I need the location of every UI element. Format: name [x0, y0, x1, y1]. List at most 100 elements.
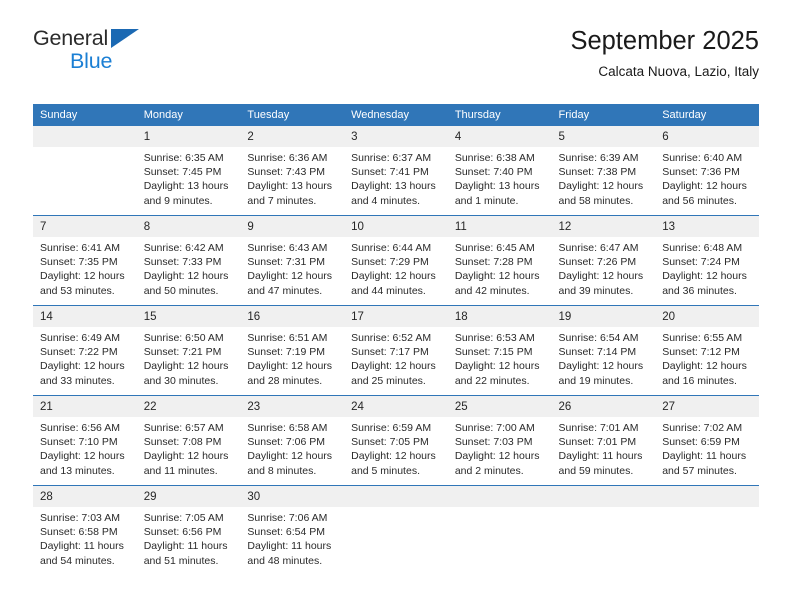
- sunrise-text: Sunrise: 6:49 AM: [40, 332, 120, 344]
- sunrise-text: Sunrise: 6:58 AM: [247, 422, 328, 434]
- sunrise-text: Sunrise: 6:44 AM: [351, 242, 432, 254]
- day-cell-inner: 30 Sunrise: 7:06 AM Sunset: 6:54 PM Dayligh…: [240, 486, 345, 575]
- calendar-day-cell[interactable]: 30 Sunrise: 7:06 AM Sunset: 6:54 PM Dayligh…: [240, 485, 345, 575]
- day-cell-inner: 16 Sunrise: 6:51 AM Sunset: 7:19 PM Dayligh…: [240, 306, 345, 395]
- day-number: 15: [136, 306, 241, 327]
- weekday-header-wednesday: Wednesday: [344, 104, 448, 126]
- daylight-text: Daylight: 12 hours and 8 minutes.: [247, 450, 333, 477]
- page-header: General Blue September 2025 Calcata Nuov…: [33, 26, 759, 96]
- sunset-text: Sunset: 7:31 PM: [247, 256, 326, 269]
- day-detail: Sunrise: 7:03 AM Sunset: 6:58 PM Daylight:…: [33, 507, 137, 568]
- day-number: 26: [551, 396, 656, 417]
- calendar-day-cell[interactable]: 10 Sunrise: 6:44 AM Sunset: 7:29 PM Dayligh…: [344, 215, 448, 306]
- day-detail: Sunrise: 6:53 AM Sunset: 7:15 PM Daylight:…: [448, 327, 552, 388]
- sunrise-text: Sunrise: 6:38 AM: [454, 152, 535, 164]
- general-blue-logo[interactable]: General Blue: [33, 26, 153, 82]
- calendar-day-cell[interactable]: 27 Sunrise: 7:02 AM Sunset: 6:59 PM Dayligh…: [655, 395, 759, 486]
- daylight-text: Daylight: 12 hours and 58 minutes.: [558, 180, 644, 207]
- calendar-day-cell[interactable]: 13 Sunrise: 6:48 AM Sunset: 7:24 PM Dayligh…: [655, 215, 759, 306]
- calendar-day-cell[interactable]: 29 Sunrise: 7:05 AM Sunset: 6:56 PM Dayligh…: [136, 485, 241, 575]
- sunset-text: Sunset: 7:41 PM: [351, 166, 429, 179]
- daylight-text: Daylight: 12 hours and 25 minutes.: [351, 360, 436, 387]
- calendar-day-cell[interactable]: 22 Sunrise: 6:57 AM Sunset: 7:08 PM Dayligh…: [136, 395, 241, 486]
- daylight-text: Daylight: 12 hours and 56 minutes.: [662, 180, 747, 207]
- day-cell-inner: 11 Sunrise: 6:45 AM Sunset: 7:28 PM Dayligh…: [447, 216, 552, 305]
- calendar-day-cell[interactable]: 11 Sunrise: 6:45 AM Sunset: 7:28 PM Dayligh…: [447, 215, 552, 306]
- calendar-day-cell[interactable]: 2 Sunrise: 6:36 AM Sunset: 7:43 PM Daylight…: [240, 126, 345, 216]
- day-cell-inner: 2 Sunrise: 6:36 AM Sunset: 7:43 PM Daylight…: [240, 126, 345, 215]
- weekday-header-sunday: Sunday: [33, 104, 137, 126]
- calendar-day-cell[interactable]: 14 Sunrise: 6:49 AM Sunset: 7:22 PM Dayligh…: [33, 305, 137, 396]
- weekday-header-tuesday: Tuesday: [240, 104, 345, 126]
- sunset-text: Sunset: 7:26 PM: [558, 256, 637, 269]
- sunrise-text: Sunrise: 6:45 AM: [454, 242, 535, 254]
- weekday-header-friday: Friday: [551, 104, 656, 126]
- day-detail: Sunrise: 6:38 AM Sunset: 7:40 PM Daylight:…: [448, 147, 552, 208]
- day-number: 23: [240, 396, 345, 417]
- calendar-day-cell[interactable]: 23 Sunrise: 6:58 AM Sunset: 7:06 PM Dayligh…: [240, 395, 345, 486]
- calendar-page: General Blue September 2025 Calcata Nuov…: [0, 0, 792, 612]
- calendar-day-cell[interactable]: 1 Sunrise: 6:35 AM Sunset: 7:45 PM Daylight…: [136, 126, 241, 216]
- calendar-day-cell[interactable]: 24 Sunrise: 6:59 AM Sunset: 7:05 PM Dayligh…: [344, 395, 448, 486]
- calendar-day-cell[interactable]: 3 Sunrise: 6:37 AM Sunset: 7:41 PM Daylight…: [344, 126, 448, 216]
- calendar-day-cell[interactable]: 25 Sunrise: 7:00 AM Sunset: 7:03 PM Dayligh…: [447, 395, 552, 486]
- daylight-text: Daylight: 11 hours and 59 minutes.: [558, 450, 643, 477]
- calendar-day-cell[interactable]: 26 Sunrise: 7:01 AM Sunset: 7:01 PM Dayligh…: [551, 395, 656, 486]
- day-detail: Sunrise: 6:54 AM Sunset: 7:14 PM Daylight:…: [552, 327, 656, 388]
- calendar-day-cell[interactable]: 19 Sunrise: 6:54 AM Sunset: 7:14 PM Dayligh…: [551, 305, 656, 396]
- day-cell-inner: 14 Sunrise: 6:49 AM Sunset: 7:22 PM Dayligh…: [33, 306, 137, 395]
- sunset-text: Sunset: 7:33 PM: [143, 256, 222, 269]
- calendar-day-cell[interactable]: 9 Sunrise: 6:43 AM Sunset: 7:31 PM Daylight…: [240, 215, 345, 306]
- sunrise-text: Sunrise: 6:51 AM: [247, 332, 328, 344]
- daylight-text: Daylight: 12 hours and 47 minutes.: [247, 270, 333, 297]
- calendar-day-cell[interactable]: 12 Sunrise: 6:47 AM Sunset: 7:26 PM Dayligh…: [551, 215, 656, 306]
- sunset-text: Sunset: 7:10 PM: [40, 436, 118, 449]
- daylight-text: Daylight: 13 hours and 1 minute.: [454, 180, 540, 207]
- day-detail: Sunrise: 6:39 AM Sunset: 7:38 PM Daylight:…: [552, 147, 656, 208]
- calendar-day-cell[interactable]: 15 Sunrise: 6:50 AM Sunset: 7:21 PM Dayligh…: [136, 305, 241, 396]
- calendar-day-cell[interactable]: 28 Sunrise: 7:03 AM Sunset: 6:58 PM Dayligh…: [33, 485, 137, 575]
- day-number: [33, 126, 137, 147]
- page-title: September 2025: [570, 27, 759, 55]
- sunrise-text: Sunrise: 6:57 AM: [143, 422, 224, 434]
- day-number: 12: [551, 216, 656, 237]
- calendar-day-cell[interactable]: 18 Sunrise: 6:53 AM Sunset: 7:15 PM Dayligh…: [447, 305, 552, 396]
- sunrise-text: Sunrise: 6:59 AM: [351, 422, 432, 434]
- day-detail: Sunrise: 7:00 AM Sunset: 7:03 PM Daylight:…: [448, 417, 552, 478]
- day-number: 10: [344, 216, 448, 237]
- day-detail: Sunrise: 6:45 AM Sunset: 7:28 PM Daylight:…: [448, 237, 552, 298]
- calendar-day-cell[interactable]: 6 Sunrise: 6:40 AM Sunset: 7:36 PM Daylight…: [655, 126, 759, 216]
- sunset-text: Sunset: 7:28 PM: [454, 256, 533, 269]
- calendar-day-cell-empty: [33, 126, 137, 216]
- calendar-day-cell[interactable]: 20 Sunrise: 6:55 AM Sunset: 7:12 PM Dayligh…: [655, 305, 759, 396]
- calendar-day-cell[interactable]: 21 Sunrise: 6:56 AM Sunset: 7:10 PM Dayligh…: [33, 395, 137, 486]
- calendar-week-row: 7 Sunrise: 6:41 AM Sunset: 7:35 PM Daylight…: [33, 215, 759, 306]
- day-number: [655, 486, 759, 507]
- calendar-day-cell[interactable]: 16 Sunrise: 6:51 AM Sunset: 7:19 PM Dayligh…: [240, 305, 345, 396]
- day-cell-inner: [33, 126, 137, 215]
- day-detail: Sunrise: 6:44 AM Sunset: 7:29 PM Daylight:…: [344, 237, 448, 298]
- calendar-day-cell[interactable]: 5 Sunrise: 6:39 AM Sunset: 7:38 PM Daylight…: [551, 126, 656, 216]
- day-number: 18: [447, 306, 552, 327]
- calendar-day-cell[interactable]: 8 Sunrise: 6:42 AM Sunset: 7:33 PM Daylight…: [136, 215, 241, 306]
- day-detail: Sunrise: 7:01 AM Sunset: 7:01 PM Daylight:…: [552, 417, 656, 478]
- day-detail: Sunrise: 6:41 AM Sunset: 7:35 PM Daylight:…: [33, 237, 137, 298]
- day-cell-inner: 12 Sunrise: 6:47 AM Sunset: 7:26 PM Dayligh…: [551, 216, 656, 305]
- calendar-day-cell[interactable]: 4 Sunrise: 6:38 AM Sunset: 7:40 PM Daylight…: [447, 126, 552, 216]
- sunset-text: Sunset: 6:58 PM: [40, 526, 118, 539]
- day-cell-inner: 17 Sunrise: 6:52 AM Sunset: 7:17 PM Dayligh…: [344, 306, 448, 395]
- day-number: 7: [33, 216, 137, 237]
- day-number: 21: [33, 396, 137, 417]
- weekday-header-row: Sunday Monday Tuesday Wednesday Thursday…: [33, 104, 759, 126]
- day-cell-inner: [551, 486, 656, 575]
- sunset-text: Sunset: 7:43 PM: [247, 166, 326, 179]
- calendar-day-cell[interactable]: 7 Sunrise: 6:41 AM Sunset: 7:35 PM Daylight…: [33, 215, 137, 306]
- day-detail: Sunrise: 7:05 AM Sunset: 6:56 PM Daylight:…: [137, 507, 241, 568]
- day-number: 6: [655, 126, 759, 147]
- day-number: 27: [655, 396, 759, 417]
- day-cell-inner: 28 Sunrise: 7:03 AM Sunset: 6:58 PM Dayligh…: [33, 486, 137, 575]
- day-cell-inner: 18 Sunrise: 6:53 AM Sunset: 7:15 PM Dayligh…: [447, 306, 552, 395]
- sunrise-text: Sunrise: 6:56 AM: [40, 422, 120, 434]
- calendar-day-cell[interactable]: 17 Sunrise: 6:52 AM Sunset: 7:17 PM Dayligh…: [344, 305, 448, 396]
- sunrise-text: Sunrise: 6:43 AM: [247, 242, 328, 254]
